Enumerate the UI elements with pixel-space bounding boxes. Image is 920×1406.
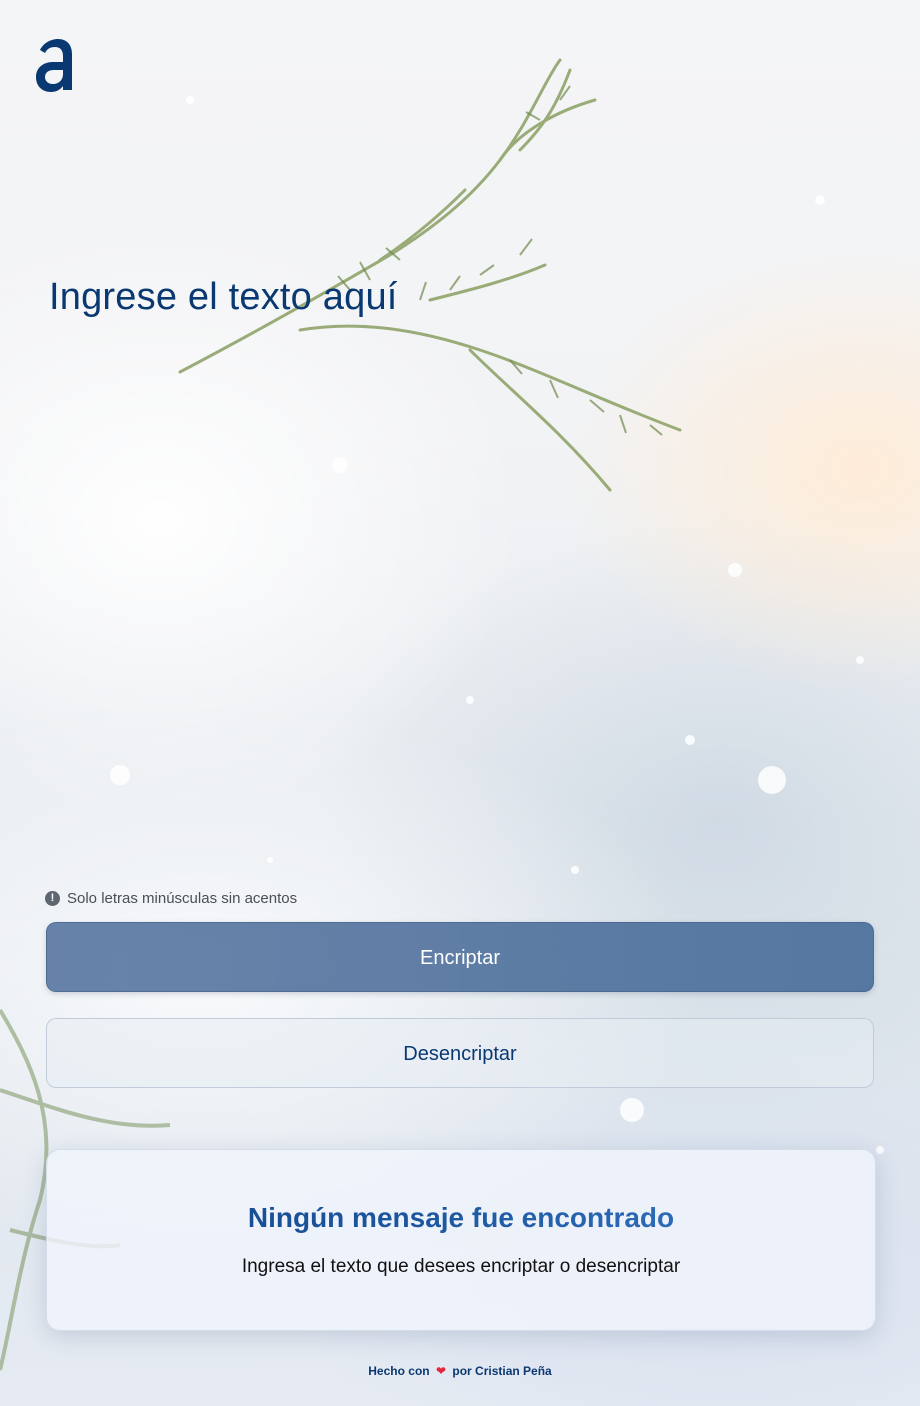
- encrypt-button[interactable]: Encriptar: [46, 922, 874, 992]
- hint-text: Solo letras minúsculas sin acentos: [67, 890, 298, 907]
- output-message: Ingresa el texto que desees encriptar o …: [241, 1256, 681, 1277]
- footer-prefix: Hecho con: [368, 1364, 430, 1378]
- heart-icon: ❤: [435, 1364, 447, 1378]
- alura-a-logo-icon[interactable]: [34, 36, 76, 94]
- footer: Hecho con ❤ por Cristian Peña: [0, 1364, 920, 1378]
- output-title: Ningún mensaje fue encontrado: [47, 1202, 875, 1234]
- text-input-placeholder[interactable]: Ingrese el texto aquí: [49, 276, 398, 319]
- hint-row: ! Solo letras minúsculas sin acentos: [45, 890, 297, 907]
- output-panel: Ningún mensaje fue encontrado Ingresa el…: [46, 1149, 876, 1331]
- info-icon: !: [45, 891, 60, 906]
- decrypt-button[interactable]: Desencriptar: [46, 1018, 874, 1088]
- footer-author: por Cristian Peña: [452, 1364, 552, 1378]
